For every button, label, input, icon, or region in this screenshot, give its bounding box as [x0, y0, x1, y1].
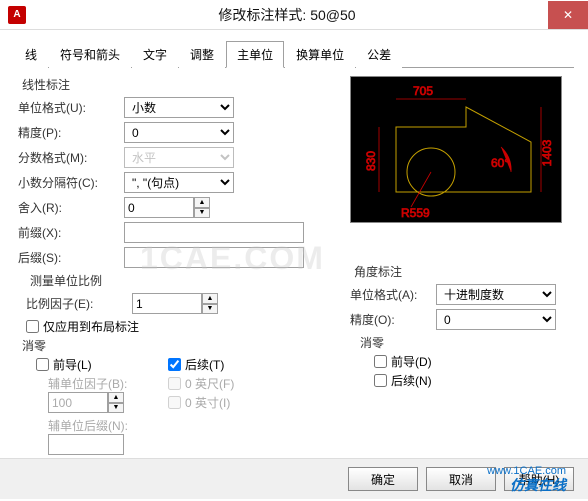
- aux-suffix-input: [48, 434, 124, 455]
- angular-suppress-group: 消零 前导(D) 后续(N): [356, 334, 570, 391]
- fraction-format-label: 分数格式(M):: [18, 149, 118, 166]
- spin-down-icon[interactable]: ▼: [202, 304, 218, 315]
- angular-suppress-legend: 消零: [356, 334, 388, 351]
- angular-trailing-checkbox[interactable]: [374, 374, 387, 387]
- tab-primary-units[interactable]: 主单位: [226, 41, 284, 68]
- feet-checkbox: [168, 377, 181, 390]
- preview-pane: 705 830 R559 60° 1403: [350, 76, 562, 223]
- aux-suffix-label: 辅单位后缀(N):: [48, 417, 128, 434]
- angular-precision-label: 精度(O):: [350, 311, 430, 328]
- unit-format-select[interactable]: 小数: [124, 97, 234, 118]
- scale-factor-label: 比例因子(E):: [26, 295, 126, 312]
- prefix-label: 前缀(X):: [18, 224, 118, 241]
- angular-unit-label: 单位格式(A):: [350, 286, 430, 303]
- button-row: 确定 取消 帮助(H): [0, 458, 588, 499]
- layout-only-label: 仅应用到布局标注: [43, 318, 139, 335]
- decimal-sep-select[interactable]: ", "(句点): [124, 172, 234, 193]
- svg-text:705: 705: [413, 84, 433, 98]
- angular-leading-checkbox[interactable]: [374, 355, 387, 368]
- inches-label: 0 英寸(I): [185, 394, 230, 411]
- tab-symbols[interactable]: 符号和箭头: [49, 41, 131, 68]
- aux-factor-spinner: ▲▼: [48, 392, 128, 413]
- angular-group: 角度标注 单位格式(A): 十进制度数 精度(O): 0 消零 前导(D): [350, 263, 570, 391]
- spin-up-icon: ▲: [108, 392, 124, 403]
- svg-text:830: 830: [364, 151, 378, 171]
- help-button[interactable]: 帮助(H): [504, 467, 574, 491]
- tab-alt-units[interactable]: 换算单位: [285, 41, 355, 68]
- scale-group: 测量单位比例 比例因子(E): ▲▼ 仅应用到布局标注: [26, 272, 340, 337]
- tab-strip: 线 符号和箭头 文字 调整 主单位 换算单位 公差: [14, 40, 574, 68]
- spin-up-icon[interactable]: ▲: [194, 197, 210, 208]
- scale-spinner[interactable]: ▲▼: [132, 293, 218, 314]
- leading-checkbox[interactable]: [36, 358, 49, 371]
- close-button[interactable]: ✕: [548, 1, 588, 29]
- svg-text:R559: R559: [401, 206, 430, 220]
- ok-button[interactable]: 确定: [348, 467, 418, 491]
- suffix-input[interactable]: [124, 247, 304, 268]
- cancel-button[interactable]: 取消: [426, 467, 496, 491]
- svg-text:60°: 60°: [491, 156, 509, 170]
- spin-down-icon: ▼: [108, 403, 124, 414]
- app-icon: A: [8, 6, 26, 24]
- scale-factor-input[interactable]: [132, 293, 202, 314]
- window-title: 修改标注样式: 50@50: [26, 5, 548, 25]
- scale-legend: 测量单位比例: [26, 272, 106, 289]
- tab-fit[interactable]: 调整: [179, 41, 225, 68]
- unit-format-label: 单位格式(U):: [18, 99, 118, 116]
- tab-text[interactable]: 文字: [132, 41, 178, 68]
- feet-label: 0 英尺(F): [185, 375, 234, 392]
- angular-trailing-label: 后续(N): [391, 372, 432, 389]
- fraction-format-select: 水平: [124, 147, 234, 168]
- inches-checkbox: [168, 396, 181, 409]
- suppress-group: 消零 前导(L) 辅单位因子(B): ▲▼: [18, 337, 340, 455]
- title-bar: A 修改标注样式: 50@50 ✕: [0, 0, 588, 30]
- prefix-input[interactable]: [124, 222, 304, 243]
- suppress-legend: 消零: [18, 337, 50, 354]
- trailing-label: 后续(T): [185, 356, 224, 373]
- roundoff-label: 舍入(R):: [18, 199, 118, 216]
- angular-precision-select[interactable]: 0: [436, 309, 556, 330]
- linear-legend: 线性标注: [18, 76, 74, 93]
- linear-group: 线性标注 单位格式(U): 小数 精度(P): 0 分数格式(M): 水平 小数…: [18, 76, 340, 272]
- layout-only-checkbox[interactable]: [26, 320, 39, 333]
- tab-line[interactable]: 线: [14, 41, 48, 68]
- spin-up-icon[interactable]: ▲: [202, 293, 218, 304]
- svg-text:1403: 1403: [540, 139, 554, 166]
- angular-legend: 角度标注: [350, 263, 406, 280]
- tab-tolerance[interactable]: 公差: [356, 41, 402, 68]
- roundoff-input[interactable]: [124, 197, 194, 218]
- aux-factor-input: [48, 392, 108, 413]
- aux-factor-label: 辅单位因子(B):: [48, 375, 128, 392]
- angular-unit-select[interactable]: 十进制度数: [436, 284, 556, 305]
- angular-leading-label: 前导(D): [391, 353, 432, 370]
- leading-label: 前导(L): [53, 356, 92, 373]
- decimal-sep-label: 小数分隔符(C):: [18, 174, 118, 191]
- trailing-checkbox[interactable]: [168, 358, 181, 371]
- suffix-label: 后缀(S):: [18, 249, 118, 266]
- precision-label: 精度(P):: [18, 124, 118, 141]
- precision-select[interactable]: 0: [124, 122, 234, 143]
- spin-down-icon[interactable]: ▼: [194, 208, 210, 219]
- roundoff-spinner[interactable]: ▲▼: [124, 197, 210, 218]
